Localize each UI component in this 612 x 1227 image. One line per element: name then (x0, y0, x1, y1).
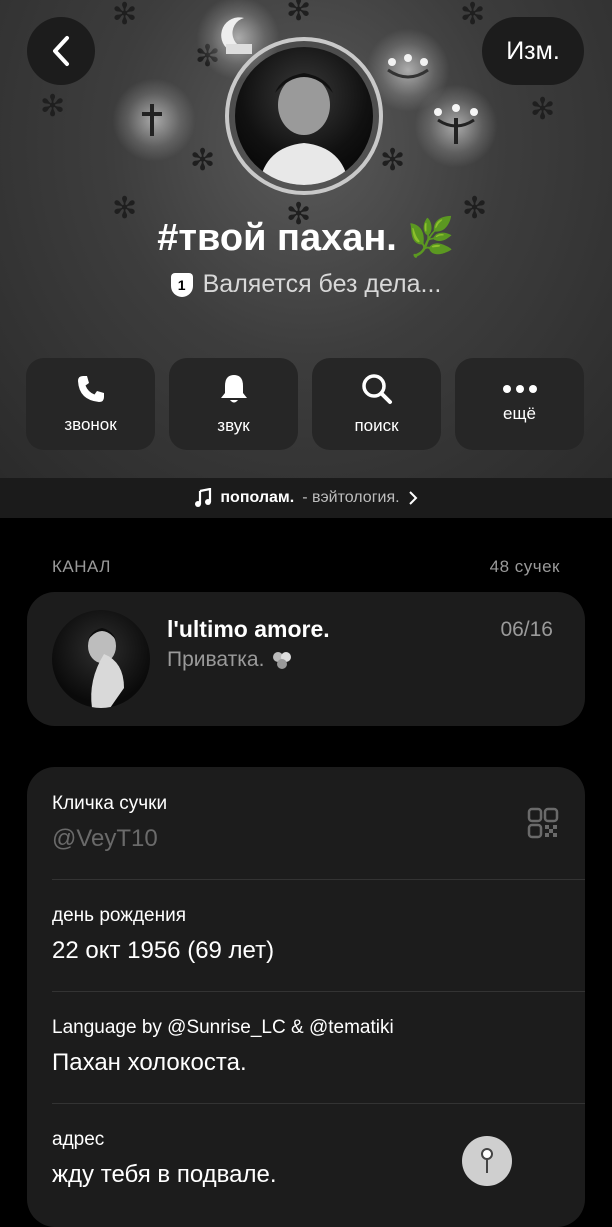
profile-avatar[interactable] (225, 37, 383, 195)
channel-section-title: КАНАЛ (52, 557, 111, 576)
username-row[interactable]: Кличка сучки @VeyT10 (52, 793, 560, 853)
more-button[interactable]: ещё (455, 358, 584, 450)
leaf-decoration-icon: ✻ (380, 144, 406, 177)
chevron-right-icon (408, 491, 418, 505)
profile-status: 1 Валяется без дела... (0, 270, 612, 299)
username-value[interactable]: @VeyT10 (52, 825, 560, 853)
edit-button[interactable]: Изм. (482, 17, 584, 85)
shield-badge-icon: 1 (170, 272, 193, 297)
leaf-decoration-icon: ✻ (112, 0, 138, 31)
phone-icon (77, 376, 104, 402)
divider (52, 1103, 585, 1104)
flower-emoji-icon (273, 652, 292, 669)
music-artist: - вэйтология. (302, 489, 400, 506)
cross-icon (142, 104, 162, 136)
channel-last-post-preview: Приватка. (167, 648, 294, 672)
call-button-label: звонок (64, 415, 117, 434)
call-button[interactable]: звонок (26, 358, 155, 450)
map-pin-button[interactable] (462, 1136, 512, 1186)
more-icon (502, 385, 537, 393)
channel-name: l'ultimo amore. (167, 616, 330, 642)
username-label: Кличка сучки (52, 793, 168, 814)
search-button[interactable]: поиск (312, 358, 441, 450)
avatar-photo (235, 47, 373, 185)
birthday-value: 22 окт 1956 (69 лет) (52, 937, 275, 964)
bell-icon (220, 375, 247, 403)
divider (52, 879, 585, 880)
sound-button-label: звук (217, 416, 250, 435)
sound-button[interactable]: звук (169, 358, 298, 450)
channel-last-post-date: 06/16 (500, 618, 553, 641)
bio-row[interactable]: Language by @Sunrise_LC & @tematiki Паха… (52, 1017, 560, 1077)
profile-name: #твой пахан. 🌿 (157, 217, 455, 259)
back-button[interactable] (27, 17, 95, 85)
birthday-row[interactable]: день рождения 22 окт 1956 (69 лет) (52, 905, 560, 965)
edit-button-label: Изм. (506, 36, 560, 65)
music-track-title: пополам. (220, 489, 295, 506)
divider (52, 991, 585, 992)
search-button-label: поиск (354, 416, 399, 435)
map-pin-icon (481, 1148, 493, 1173)
moon-icon (221, 17, 252, 54)
status-text: Валяется без дела... (202, 270, 442, 298)
channel-subscriber-count: 48 сучек (489, 557, 560, 576)
bio-value: Пахан холокоста. (52, 1049, 247, 1076)
profile-header: ✻ ✻ ✻ ✻ ✻ ✻ ✻ ✻ ✻ ✻ ✻ Изм. (0, 0, 612, 478)
leaf-decoration-icon: ✻ (460, 0, 486, 31)
action-buttons: звонок звук поиск ещё (26, 358, 586, 450)
chevron-left-icon (53, 36, 69, 66)
profile-music-bar[interactable]: пополам. - вэйтология. (0, 478, 612, 518)
channel-avatar (52, 610, 150, 708)
leaf-decoration-icon: ✻ (530, 93, 556, 126)
search-icon (361, 374, 392, 404)
more-button-label: ещё (503, 404, 536, 423)
candelabra-icon (434, 104, 478, 144)
bio-label: Language by @Sunrise_LC & @tematiki (52, 1017, 394, 1038)
qr-code-icon[interactable] (527, 807, 559, 839)
birthday-label: день рождения (52, 905, 187, 926)
personal-channel-card[interactable]: l'ultimo amore. 06/16 Приватка. (27, 592, 585, 726)
leaf-decoration-icon: ✻ (286, 0, 312, 27)
leaf-decoration-icon: ✻ (190, 144, 216, 177)
music-note-icon (195, 488, 212, 507)
chandelier-icon (387, 54, 429, 79)
channel-section-header: КАНАЛ 48 сучек (52, 557, 560, 577)
channel-subtitle: Приватка. (167, 648, 265, 671)
leaf-decoration-icon: ✻ (40, 90, 66, 123)
